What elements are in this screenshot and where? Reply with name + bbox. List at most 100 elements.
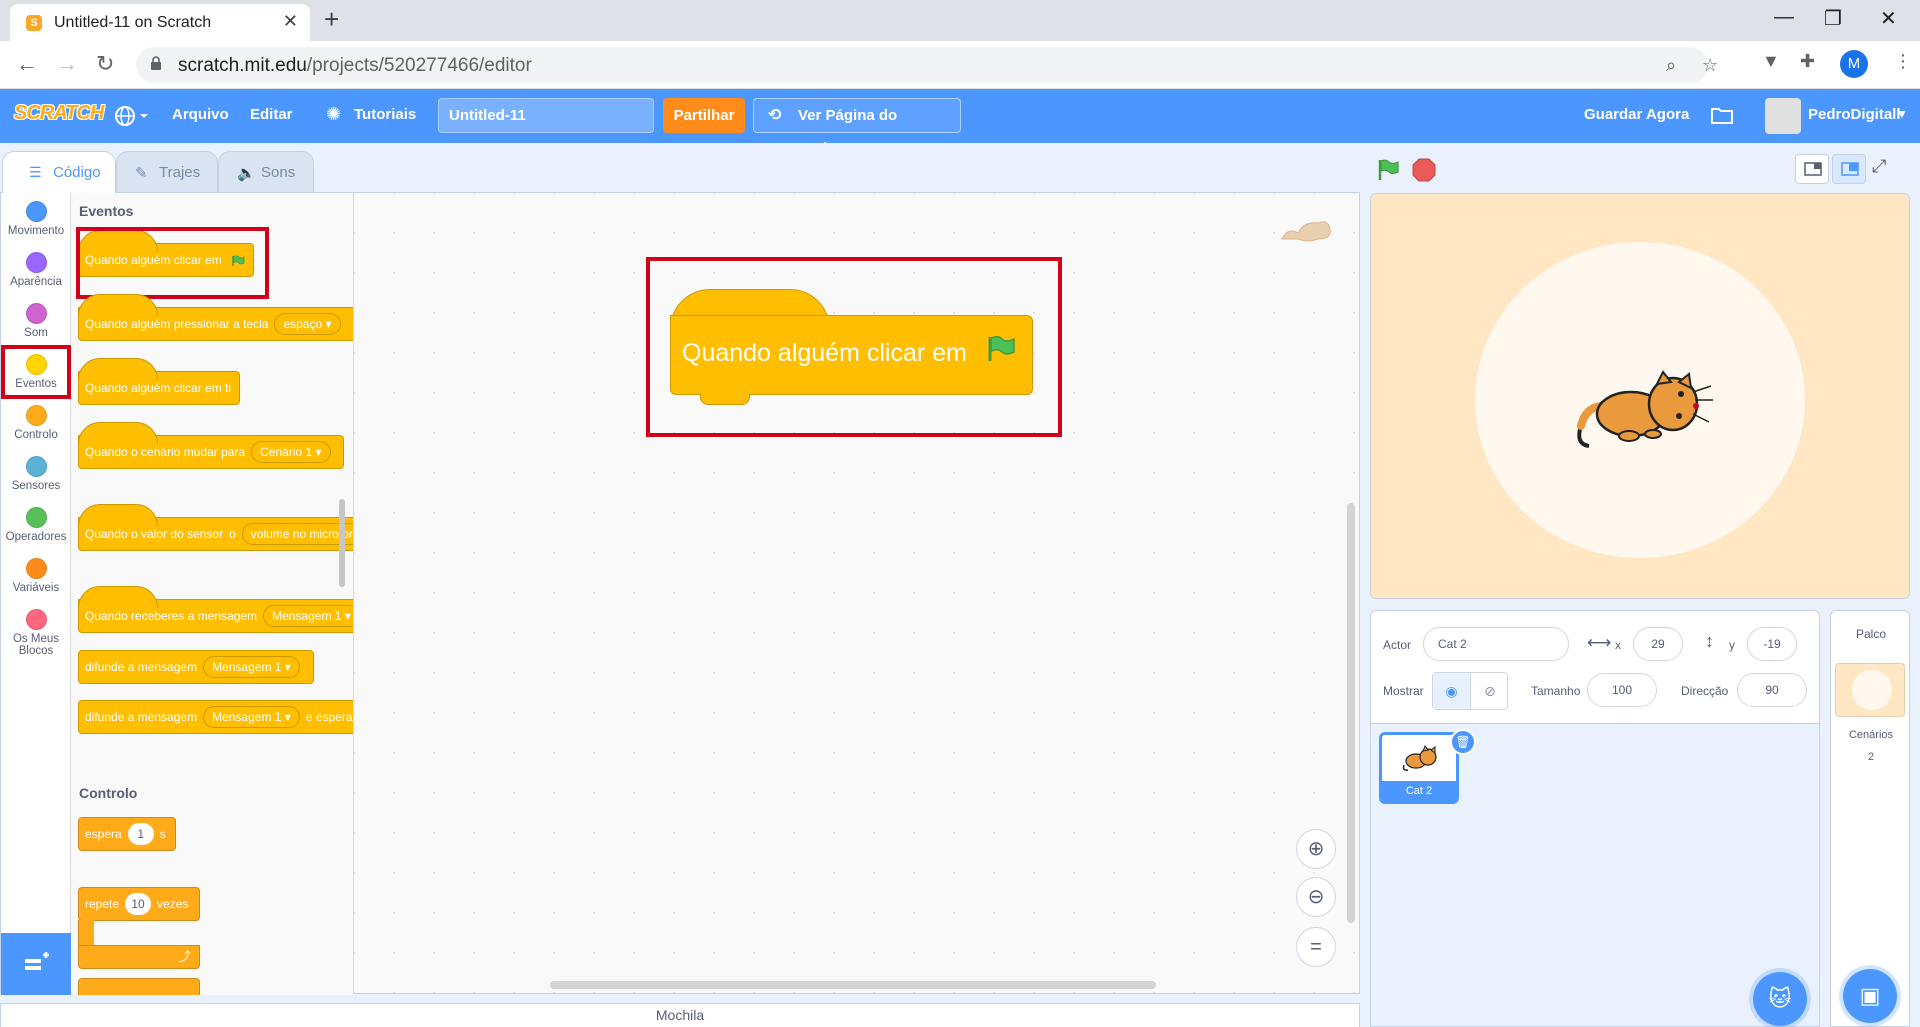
block-wait[interactable]: espera 1 s xyxy=(78,817,176,851)
stage-pane-title: Palco xyxy=(1855,627,1887,641)
zoom-in-button[interactable]: ⊕ xyxy=(1296,829,1336,869)
stage-canvas[interactable] xyxy=(1370,193,1910,599)
zoom-out-button[interactable]: ⊖ xyxy=(1296,877,1336,917)
direction-input[interactable]: 90 xyxy=(1737,673,1807,707)
add-extension-button[interactable] xyxy=(1,933,71,995)
restore-window-icon[interactable]: ❐ xyxy=(1824,6,1842,31)
stop-sign-icon[interactable] xyxy=(1412,158,1436,182)
edit-menu[interactable]: Editar xyxy=(250,106,293,123)
choose-sprite-button[interactable]: 🐱 xyxy=(1753,972,1807,1026)
x-position-input[interactable]: 29 xyxy=(1633,627,1683,661)
category-aparencia[interactable]: Aparência xyxy=(1,252,71,288)
hide-eye-icon[interactable]: ⊘ xyxy=(1471,673,1509,709)
category-my-blocks[interactable]: Os Meus Blocos xyxy=(1,609,71,657)
username[interactable]: PedroDigitall xyxy=(1808,106,1901,123)
block-broadcast-and-wait[interactable]: difunde a mensagem Mensagem 1 ▾ e espera xyxy=(78,700,354,734)
block-label: Quando alguém clicar em ti xyxy=(85,381,232,395)
size-input[interactable]: 100 xyxy=(1587,673,1657,707)
extensions-puzzle-icon[interactable]: ✚ xyxy=(1800,51,1815,72)
choose-backdrop-button[interactable]: ▣ xyxy=(1843,969,1897,1023)
category-movimento[interactable]: Movimento xyxy=(1,201,71,237)
sprite-tile-name: Cat 2 xyxy=(1382,781,1456,801)
broadcast-wait-message-dropdown[interactable]: Mensagem 1 ▾ xyxy=(203,706,300,728)
browser-tab[interactable]: S Untitled-11 on Scratch ✕ xyxy=(10,4,310,41)
show-label: Mostrar xyxy=(1383,684,1424,698)
blocks-palette: Movimento Aparência Som Eventos Controlo… xyxy=(0,192,354,995)
close-tab-icon[interactable]: ✕ xyxy=(283,11,298,32)
normal-stage-button[interactable] xyxy=(1832,154,1866,184)
bookmark-star-icon[interactable]: ☆ xyxy=(1702,55,1718,76)
show-eye-icon[interactable]: ◉ xyxy=(1433,673,1471,709)
address-bar[interactable]: scratch.mit.edu/projects/520277466/edito… xyxy=(136,47,1718,83)
minimize-window-icon[interactable]: — xyxy=(1774,6,1794,29)
wait-seconds-input[interactable]: 1 xyxy=(127,823,154,845)
block-when-receive-message[interactable]: Quando receberes a mensagem Mensagem 1 ▾ xyxy=(78,586,354,633)
back-icon[interactable]: ← xyxy=(16,51,38,77)
script-green-flag-icon xyxy=(988,335,1015,361)
small-stage-button[interactable] xyxy=(1795,154,1829,184)
block-when-key-pressed[interactable]: Quando alguém pressionar a tecla espaço ▾ xyxy=(78,294,354,341)
script-vertical-scrollbar[interactable] xyxy=(1347,503,1355,923)
category-operadores[interactable]: Operadores xyxy=(1,507,71,543)
tab-code[interactable]: ☰ Código xyxy=(2,151,116,193)
code-tab-icon: ☰ xyxy=(29,164,42,180)
save-now-button[interactable]: Guardar Agora xyxy=(1584,106,1689,123)
account-chevron-down-icon[interactable]: ▼ xyxy=(1896,107,1908,121)
zoom-magnifier-icon[interactable]: ⌕ xyxy=(1666,55,1676,76)
see-project-page-button[interactable]: ⟲ Ver Página do Projecto xyxy=(753,98,961,157)
delete-sprite-trash-icon[interactable]: 🗑 xyxy=(1450,729,1476,755)
file-menu[interactable]: Arquivo xyxy=(172,106,229,123)
repeat-count-input[interactable]: 10 xyxy=(125,893,152,915)
blocks-flyout: Eventos Quando alguém clicar em Quando a… xyxy=(71,193,354,995)
block-repeat[interactable]: repete 10 vezes xyxy=(78,887,200,921)
normal-stage-icon xyxy=(1841,162,1859,176)
extension-y-icon[interactable]: ▼ xyxy=(1762,51,1780,72)
tutorials-menu[interactable]: Tutoriais xyxy=(354,106,416,123)
browser-menu-icon[interactable]: ⋮ xyxy=(1894,51,1912,72)
project-title-input[interactable]: Untitled-11 xyxy=(438,98,654,133)
message-dropdown[interactable]: Mensagem 1 ▾ xyxy=(263,605,354,627)
category-label: Som xyxy=(24,327,48,339)
category-variaveis[interactable]: Variáveis xyxy=(1,558,71,594)
block-when-backdrop-switches[interactable]: Quando o cenário mudar para Cenário 1 ▾ xyxy=(78,422,344,469)
block-label: difunde a mensagem xyxy=(85,660,198,674)
sensor-dropdown[interactable]: volume no microfone xyxy=(241,523,354,545)
new-tab-icon[interactable]: + xyxy=(324,4,339,35)
sprite-name-input[interactable]: Cat 2 xyxy=(1423,627,1569,661)
block-broadcast[interactable]: difunde a mensagem Mensagem 1 ▾ xyxy=(78,650,314,684)
category-sensores[interactable]: Sensores xyxy=(1,456,71,492)
category-controlo[interactable]: Controlo xyxy=(1,405,71,441)
backdrop-dropdown[interactable]: Cenário 1 ▾ xyxy=(251,441,331,463)
scratch-logo[interactable]: SCRATCH xyxy=(14,102,104,125)
profile-avatar[interactable]: M xyxy=(1840,50,1868,78)
language-globe-icon[interactable] xyxy=(114,105,150,127)
category-som[interactable]: Som xyxy=(1,303,71,339)
tab-costumes[interactable]: ✎ Trajes xyxy=(116,151,218,193)
user-avatar[interactable] xyxy=(1765,98,1801,134)
reload-icon[interactable]: ↻ xyxy=(96,51,114,77)
block-when-sensor-greater[interactable]: Quando o valor do sensor o volume no micro… xyxy=(78,504,354,551)
share-button[interactable]: Partilhar xyxy=(663,98,745,133)
y-position-input[interactable]: -19 xyxy=(1747,627,1797,661)
stage-selector-pane[interactable]: Palco Cenários 2 ▣ xyxy=(1830,610,1910,1027)
block-partial[interactable] xyxy=(78,978,200,995)
block-when-sprite-clicked[interactable]: Quando alguém clicar em ti xyxy=(78,358,240,405)
backpack-bar[interactable]: Mochila xyxy=(0,1003,1360,1027)
tab-sounds[interactable]: 🔈 Sons xyxy=(218,151,314,193)
key-dropdown[interactable]: espaço ▾ xyxy=(274,313,341,335)
green-flag-run-icon[interactable] xyxy=(1376,158,1400,182)
broadcast-message-dropdown[interactable]: Mensagem 1 ▾ xyxy=(203,656,300,678)
script-horizontal-scrollbar[interactable] xyxy=(550,981,1156,989)
forward-icon[interactable]: → xyxy=(56,51,78,77)
tab-code-label: Código xyxy=(53,164,101,181)
sprite-tile[interactable]: Cat 2 🗑 xyxy=(1379,729,1476,804)
fullscreen-icon[interactable]: ⤢ xyxy=(1872,156,1886,177)
close-window-icon[interactable]: ✕ xyxy=(1880,6,1897,31)
stage-thumbnail[interactable] xyxy=(1835,663,1905,717)
flyout-scrollbar[interactable] xyxy=(339,499,345,587)
my-stuff-folder-icon[interactable] xyxy=(1710,105,1734,125)
cat-sprite[interactable] xyxy=(1571,364,1731,454)
script-area[interactable]: Quando alguém clicar em ⊕ ⊖ = xyxy=(353,192,1360,994)
zoom-reset-button[interactable]: = xyxy=(1296,927,1336,967)
aparencia-color-dot xyxy=(25,252,47,273)
